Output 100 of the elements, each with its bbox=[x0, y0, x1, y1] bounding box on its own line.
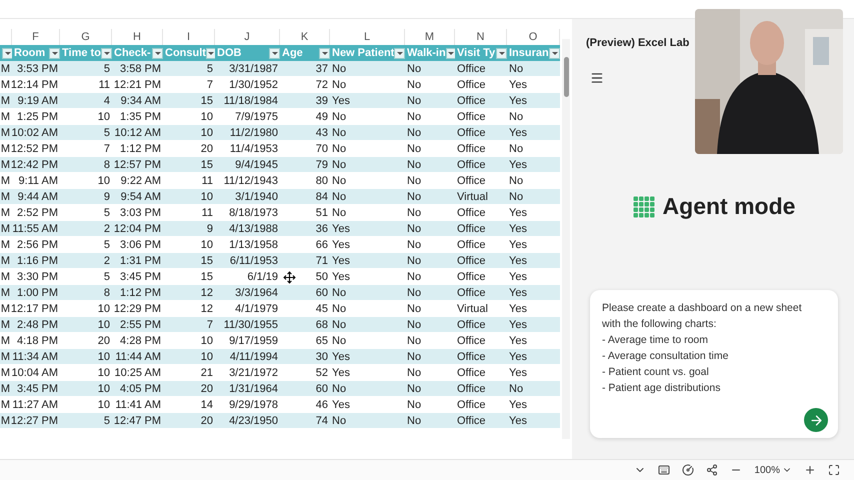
filter-button[interactable] bbox=[49, 48, 60, 58]
share-icon[interactable] bbox=[706, 464, 718, 476]
table-cell: 20 bbox=[163, 381, 215, 397]
table-cell: 12 bbox=[163, 285, 215, 301]
table-cell: M bbox=[0, 93, 12, 109]
table-cell: 10 bbox=[60, 349, 112, 365]
table-cell: 3:45 PM bbox=[12, 381, 60, 397]
table-cell: Office bbox=[455, 317, 507, 333]
table-cell: No bbox=[330, 317, 405, 333]
filter-button[interactable] bbox=[549, 48, 560, 58]
table-cell: 12:47 PM bbox=[112, 413, 163, 429]
gauge-icon[interactable] bbox=[682, 464, 694, 476]
table-cell: No bbox=[330, 61, 405, 77]
table-cell: 68 bbox=[280, 317, 330, 333]
table-cell: No bbox=[405, 381, 455, 397]
filter-button[interactable] bbox=[319, 48, 330, 58]
zoom-level[interactable]: 100% bbox=[754, 464, 792, 476]
table-cell: No bbox=[330, 381, 405, 397]
table-cell: 3/3/1964 bbox=[215, 285, 280, 301]
table-cell: No bbox=[405, 253, 455, 269]
table-cell: 9 bbox=[163, 221, 215, 237]
table-cell: 7 bbox=[163, 317, 215, 333]
filter-button[interactable] bbox=[152, 48, 163, 58]
header-label: Consult bbox=[165, 47, 206, 59]
filter-button[interactable] bbox=[446, 48, 455, 58]
table-cell: 4/23/1950 bbox=[215, 413, 280, 429]
table-cell: M bbox=[0, 125, 12, 141]
header-label: DOB bbox=[217, 47, 242, 59]
filter-button[interactable] bbox=[496, 48, 507, 58]
table-cell: 8 bbox=[60, 285, 112, 301]
table-cell: 1:31 PM bbox=[112, 253, 163, 269]
table-cell: No bbox=[507, 189, 560, 205]
prompt-text: - Patient count vs. goal bbox=[602, 365, 710, 380]
header-label: Walk-in bbox=[407, 47, 446, 59]
table-cell: M bbox=[0, 285, 12, 301]
table-cell: 1:12 PM bbox=[112, 285, 163, 301]
table-cell: 4/11/1994 bbox=[215, 349, 280, 365]
table-cell: M bbox=[0, 189, 12, 205]
prompt-box[interactable]: Please create a dashboard on a new sheet with the following charts: - Average time to room - Average consultation time - Patient count vs. goal - Patient age distributions bbox=[590, 290, 838, 438]
filter-button[interactable] bbox=[101, 48, 112, 58]
table-cell: 11/30/1955 bbox=[215, 317, 280, 333]
table-cell: Yes bbox=[507, 93, 560, 109]
table-cell: 9 bbox=[60, 189, 112, 205]
table-cell: M bbox=[0, 61, 12, 77]
table-cell: 20 bbox=[163, 413, 215, 429]
keyboard-icon[interactable] bbox=[658, 464, 670, 476]
table-cell: Yes bbox=[330, 221, 405, 237]
header-label: Visit Ty bbox=[457, 47, 496, 59]
table-cell: 4/13/1988 bbox=[215, 221, 280, 237]
table-cell: 8 bbox=[60, 157, 112, 173]
table-cell: Yes bbox=[507, 349, 560, 365]
send-button[interactable] bbox=[804, 408, 828, 432]
table-cell: 12:57 PM bbox=[112, 157, 163, 173]
fullscreen-icon[interactable] bbox=[828, 464, 840, 476]
move-cursor-icon bbox=[283, 271, 296, 284]
table-cell: 37 bbox=[280, 61, 330, 77]
table-cell: 9/4/1945 bbox=[215, 157, 280, 173]
table-cell: 79 bbox=[280, 157, 330, 173]
arrow-right-icon bbox=[808, 412, 824, 428]
table-cell: 10:02 AM bbox=[12, 125, 60, 141]
table-cell: M bbox=[0, 317, 12, 333]
table-cell: Yes bbox=[330, 253, 405, 269]
filter-button[interactable] bbox=[206, 48, 215, 58]
prompt-text: - Patient age distributions bbox=[602, 381, 722, 396]
table-cell: M bbox=[0, 253, 12, 269]
table-cell: 5 bbox=[60, 61, 112, 77]
table-cell: 9:44 AM bbox=[12, 189, 60, 205]
scrollbar[interactable] bbox=[562, 39, 570, 439]
table-cell: Office bbox=[455, 125, 507, 141]
agent-mode-heading: Agent mode bbox=[662, 193, 796, 220]
table-cell: Office bbox=[455, 221, 507, 237]
filter-button[interactable] bbox=[394, 48, 405, 58]
table-cell: 10:12 AM bbox=[112, 125, 163, 141]
table-cell: 3/1/1940 bbox=[215, 189, 280, 205]
filter-button[interactable] bbox=[2, 48, 12, 58]
table-cell: 2 bbox=[60, 221, 112, 237]
table-cell: 10 bbox=[60, 317, 112, 333]
header-label: New Patient bbox=[332, 47, 394, 59]
table-cell: No bbox=[330, 189, 405, 205]
zoom-in-icon[interactable] bbox=[804, 464, 816, 476]
table-cell: 9:19 AM bbox=[12, 93, 60, 109]
table-cell: Office bbox=[455, 93, 507, 109]
table-cell: 39 bbox=[280, 93, 330, 109]
table-cell: Virtual bbox=[455, 189, 507, 205]
table-cell: 4 bbox=[60, 93, 112, 109]
table-cell: Office bbox=[455, 157, 507, 173]
column-header[interactable] bbox=[0, 45, 12, 61]
pane-title: (Preview) Excel Lab bbox=[586, 37, 690, 49]
table-cell: 10 bbox=[163, 125, 215, 141]
table-cell: 15 bbox=[163, 253, 215, 269]
table-cell: M bbox=[0, 413, 12, 429]
header-label: Time to bbox=[62, 47, 101, 59]
table-cell: 2 bbox=[60, 253, 112, 269]
table-cell: 12:42 PM bbox=[12, 157, 60, 173]
table-cell: No bbox=[405, 221, 455, 237]
menu-icon[interactable] bbox=[590, 71, 604, 85]
table-cell: 12:04 PM bbox=[112, 221, 163, 237]
table-cell: No bbox=[405, 285, 455, 301]
filter-button[interactable] bbox=[269, 48, 280, 58]
prompt-text: - Average time to room bbox=[602, 333, 710, 348]
